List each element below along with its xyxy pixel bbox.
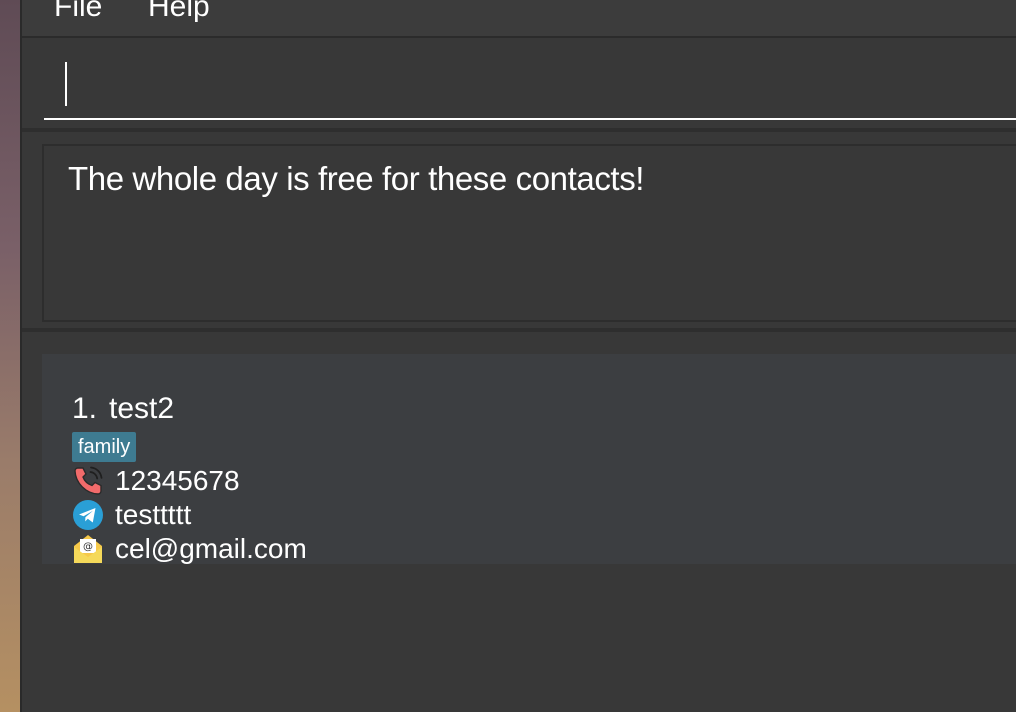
desktop-background bbox=[0, 0, 22, 712]
app-window: File Help The whole day is free for thes… bbox=[22, 0, 1016, 712]
contact-phone-row: 12345678 bbox=[72, 464, 240, 498]
contact-card[interactable]: 1. test2 family 12345678 testtttt @ cel@… bbox=[42, 354, 1016, 564]
result-display: The whole day is free for these contacts… bbox=[42, 144, 1016, 322]
contact-name: test2 bbox=[109, 392, 175, 425]
contact-email: cel@gmail.com bbox=[115, 533, 307, 564]
result-message: The whole day is free for these contacts… bbox=[68, 160, 645, 197]
contact-telegram-row: testtttt bbox=[72, 498, 191, 532]
text-cursor bbox=[65, 62, 67, 106]
phone-icon bbox=[72, 465, 104, 497]
contact-tag: family bbox=[72, 432, 137, 462]
contact-email-row: @ cel@gmail.com bbox=[72, 532, 307, 566]
contact-index: 1. bbox=[72, 392, 98, 425]
email-icon: @ bbox=[72, 533, 104, 565]
menu-bar: File Help bbox=[22, 0, 1016, 38]
menu-file[interactable]: File bbox=[54, 0, 102, 24]
telegram-icon bbox=[72, 499, 104, 531]
contact-telegram: testtttt bbox=[115, 499, 192, 530]
command-input[interactable] bbox=[74, 64, 978, 106]
svg-text:@: @ bbox=[83, 542, 93, 553]
panel-divider bbox=[22, 328, 1016, 332]
contact-list: 1. test2 family 12345678 testtttt @ cel@… bbox=[22, 334, 1016, 712]
menu-help[interactable]: Help bbox=[148, 0, 210, 24]
contact-name-row: 1. test2 bbox=[72, 392, 174, 426]
command-box[interactable] bbox=[44, 56, 1016, 120]
panel-divider bbox=[22, 128, 1016, 132]
contact-phone: 12345678 bbox=[115, 465, 240, 496]
